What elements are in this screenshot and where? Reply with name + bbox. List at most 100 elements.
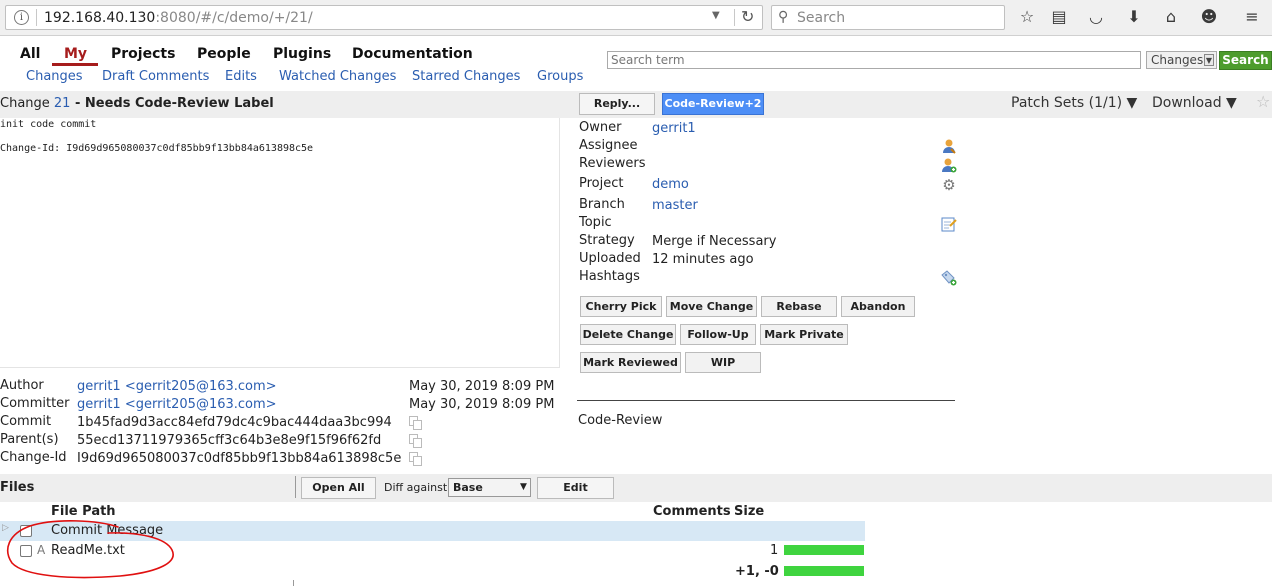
- reload-icon[interactable]: ↻: [741, 7, 754, 26]
- move-change-button[interactable]: Move Change: [666, 296, 757, 317]
- home-icon[interactable]: ⌂: [1161, 7, 1181, 27]
- bookmark-star-icon[interactable]: ☆: [1017, 7, 1037, 27]
- code-review-plus2-button[interactable]: Code-Review+2: [662, 93, 764, 115]
- emoji-icon[interactable]: ☻: [1199, 7, 1219, 27]
- open-all-button[interactable]: Open All: [301, 477, 376, 499]
- subnav-groups[interactable]: Groups: [537, 69, 583, 84]
- chevron-down-icon: ▼: [520, 482, 527, 492]
- subnav-draft-comments[interactable]: Draft Comments: [102, 69, 209, 84]
- search-input[interactable]: Search term: [607, 51, 1141, 69]
- author-link[interactable]: gerrit1 <gerrit205@163.com>: [77, 379, 277, 394]
- add-hashtag-icon[interactable]: [941, 270, 957, 286]
- browser-search-input[interactable]: ⚲ Search: [771, 5, 1005, 30]
- nav-documentation[interactable]: Documentation: [352, 46, 473, 62]
- hamburger-menu-icon[interactable]: ≡: [1242, 7, 1262, 27]
- committer-link[interactable]: gerrit1 <gerrit205@163.com>: [77, 397, 277, 412]
- download-arrow-icon[interactable]: ⬇: [1124, 7, 1144, 27]
- annotation-circle: [7, 520, 174, 579]
- code-review-label: Code-Review: [578, 413, 663, 428]
- uploaded-value: 12 minutes ago: [652, 252, 754, 267]
- file-path-header: File Path: [51, 504, 116, 519]
- wip-button[interactable]: WIP: [685, 352, 761, 373]
- diff-against-label: Diff against:: [384, 481, 451, 494]
- url-host: 192.168.40.130: [44, 10, 156, 26]
- file-comment-count: 1: [770, 543, 779, 558]
- download-dropdown[interactable]: Download ▼: [1152, 95, 1237, 111]
- mark-reviewed-button[interactable]: Mark Reviewed: [580, 352, 681, 373]
- edit-button[interactable]: Edit: [537, 477, 614, 499]
- search-scope-select[interactable]: Changes ▼: [1146, 51, 1217, 69]
- parents-label: Parent(s): [0, 432, 59, 447]
- assignee-label: Assignee: [579, 138, 638, 153]
- browser-toolbar: i 192.168.40.130:8080/#/c/demo/+/21/ ▼ ↻…: [0, 0, 1272, 36]
- reading-list-icon[interactable]: ▤: [1049, 7, 1069, 27]
- subnav-watched-changes[interactable]: Watched Changes: [279, 69, 396, 84]
- branch-label: Branch: [579, 197, 625, 212]
- nav-my[interactable]: My: [64, 46, 87, 62]
- subnav-changes[interactable]: Changes: [26, 69, 83, 84]
- copy-icon[interactable]: [409, 434, 423, 448]
- commit-message-panel: init code commit Change-Id: I9d69d965080…: [0, 118, 560, 368]
- copy-icon[interactable]: [409, 452, 423, 466]
- search-button[interactable]: Search: [1219, 51, 1272, 70]
- star-icon[interactable]: ☆: [1256, 92, 1270, 111]
- divider: [295, 476, 296, 498]
- delete-change-button[interactable]: Delete Change: [580, 324, 676, 345]
- commit-message-change-id: Change-Id: I9d69d965080037c0df85bb9f13bb…: [0, 143, 314, 154]
- search-icon: ⚲: [778, 9, 789, 25]
- strategy-value: Merge if Necessary: [652, 234, 777, 249]
- owner-link[interactable]: gerrit1: [652, 121, 696, 136]
- patch-sets-dropdown[interactable]: Patch Sets (1/1) ▼: [1011, 95, 1137, 111]
- rebase-button[interactable]: Rebase: [761, 296, 837, 317]
- comments-header: Comments: [653, 504, 731, 519]
- diff-against-value: Base: [453, 481, 483, 494]
- committer-date: May 30, 2019 8:09 PM: [409, 397, 555, 412]
- search-scope-value: Changes: [1151, 53, 1204, 67]
- reply-button[interactable]: Reply...: [579, 93, 655, 115]
- nav-people[interactable]: People: [197, 46, 251, 62]
- files-header: [0, 474, 1272, 502]
- change-title: Change 21 - Needs Code-Review Label: [0, 96, 274, 111]
- pocket-icon[interactable]: ◡: [1086, 7, 1106, 27]
- follow-up-button[interactable]: Follow-Up: [680, 324, 756, 345]
- commit-message-subject: init code commit: [0, 119, 97, 130]
- owner-label: Owner: [579, 120, 622, 135]
- parent-sha: 55ecd13711979365cff3c64b3e8e9f15f96f62fd: [77, 433, 382, 448]
- address-bar[interactable]: i 192.168.40.130:8080/#/c/demo/+/21/ ▼ ↻: [5, 5, 763, 30]
- author-label: Author: [0, 378, 44, 393]
- commit-label: Commit: [0, 414, 52, 429]
- commit-sha: 1b45fad9d3acc84efd79dc4c9bac444daa3bc994: [77, 415, 392, 430]
- nav-plugins[interactable]: Plugins: [273, 46, 331, 62]
- site-info-icon[interactable]: i: [14, 10, 29, 25]
- committer-label: Committer: [0, 396, 70, 411]
- chevron-down-icon[interactable]: ▼: [712, 10, 720, 21]
- files-title: Files: [0, 480, 35, 495]
- url-text[interactable]: 192.168.40.130:8080/#/c/demo/+/21/: [44, 10, 313, 26]
- gear-icon[interactable]: ⚙: [941, 177, 957, 193]
- size-header: Size: [734, 504, 765, 519]
- edit-topic-icon[interactable]: [941, 216, 957, 232]
- chevron-down-icon: ▼: [1204, 54, 1214, 66]
- mark-private-button[interactable]: Mark Private: [760, 324, 848, 345]
- nav-all[interactable]: All: [20, 46, 40, 62]
- branch-link[interactable]: master: [652, 198, 698, 213]
- diff-against-select[interactable]: Base ▼: [448, 478, 531, 497]
- abandon-button[interactable]: Abandon: [841, 296, 915, 317]
- project-label: Project: [579, 176, 624, 191]
- add-reviewer-icon[interactable]: [941, 157, 957, 173]
- author-date: May 30, 2019 8:09 PM: [409, 379, 555, 394]
- reviewers-label: Reviewers: [579, 156, 646, 171]
- project-link[interactable]: demo: [652, 177, 689, 192]
- subnav-edits[interactable]: Edits: [225, 69, 257, 84]
- change-number-link[interactable]: 21: [54, 96, 71, 111]
- nav-projects[interactable]: Projects: [111, 46, 175, 62]
- search-placeholder: Search: [797, 10, 846, 26]
- copy-icon[interactable]: [409, 416, 423, 430]
- cherry-pick-button[interactable]: Cherry Pick: [580, 296, 662, 317]
- strategy-label: Strategy: [579, 233, 635, 248]
- subnav-starred-changes[interactable]: Starred Changes: [412, 69, 520, 84]
- hashtags-label: Hashtags: [579, 269, 640, 284]
- size-bar: [784, 545, 864, 555]
- edit-assignee-icon[interactable]: [941, 138, 957, 154]
- url-path: :8080/#/c/demo/+/21/: [155, 10, 313, 26]
